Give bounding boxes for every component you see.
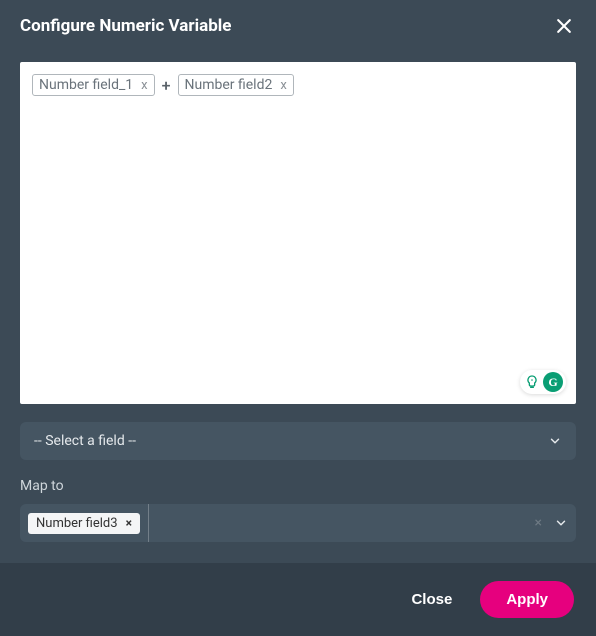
chip-remove-icon[interactable]: × [126, 516, 132, 530]
modal-footer: Close Apply [0, 563, 596, 636]
close-button[interactable]: Close [401, 583, 462, 616]
close-icon[interactable] [552, 14, 576, 38]
token-remove-icon[interactable]: x [280, 79, 286, 92]
map-to-chip[interactable]: Number field3 × [28, 513, 140, 534]
grammarly-widget[interactable]: G [520, 370, 566, 394]
expression-token[interactable]: Number field2 x [178, 74, 294, 96]
configure-numeric-variable-modal: Configure Numeric Variable Number field_… [0, 0, 596, 636]
apply-button[interactable]: Apply [480, 581, 574, 618]
chevron-down-icon [548, 434, 562, 448]
field-select-placeholder: -- Select a field -- [34, 433, 136, 449]
map-to-clear-icon[interactable]: × [531, 515, 546, 531]
modal-body: Number field_1 x + Number field2 x [0, 52, 596, 563]
expression-token[interactable]: Number field_1 x [32, 74, 155, 96]
expression-tokens: Number field_1 x + Number field2 x [32, 74, 564, 96]
modal-header: Configure Numeric Variable [0, 0, 596, 52]
map-to-input[interactable] [148, 504, 523, 542]
chevron-down-icon[interactable] [554, 516, 568, 530]
grammarly-icon: G [543, 372, 563, 392]
chip-label: Number field3 [36, 516, 118, 531]
map-to-field[interactable]: Number field3 × × [20, 504, 576, 542]
field-select[interactable]: -- Select a field -- [20, 422, 576, 460]
token-label: Number field_1 [39, 77, 133, 93]
expression-operator: + [161, 76, 172, 95]
token-remove-icon[interactable]: x [141, 79, 147, 92]
map-to-label: Map to [20, 478, 576, 494]
bulb-icon [523, 373, 541, 391]
modal-title: Configure Numeric Variable [20, 16, 231, 36]
token-label: Number field2 [185, 77, 273, 93]
expression-editor[interactable]: Number field_1 x + Number field2 x [20, 62, 576, 404]
